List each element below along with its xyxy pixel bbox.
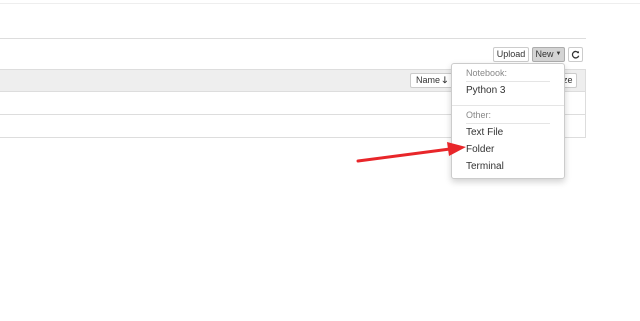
- red-arrow-annotation: [356, 142, 466, 163]
